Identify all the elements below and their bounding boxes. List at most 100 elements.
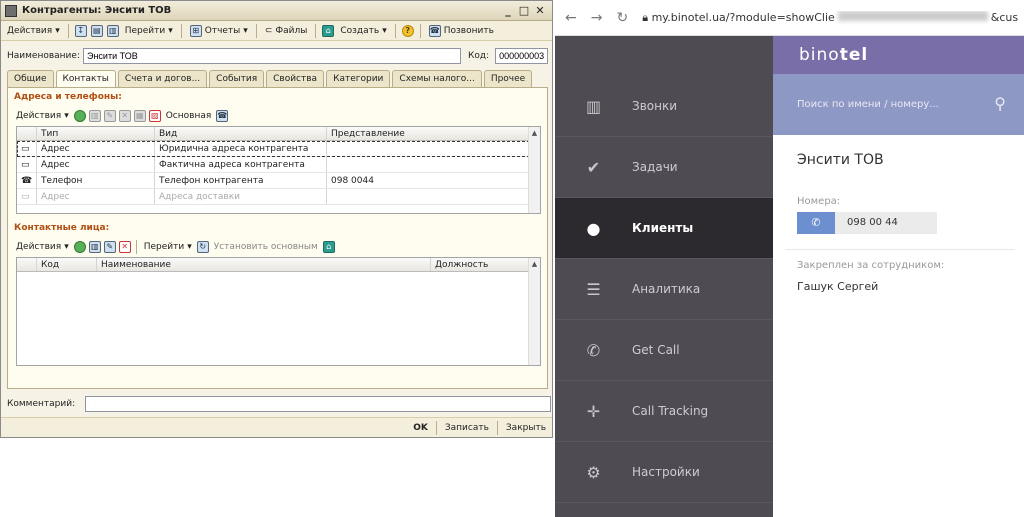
assigned-label: Закреплен за сотрудником: — [797, 260, 945, 271]
save-button[interactable]: Записать — [445, 423, 489, 433]
call-row-icon[interactable]: ☎ — [216, 109, 229, 122]
structure-icon[interactable]: ⌂ — [322, 24, 335, 37]
reload-icon[interactable]: ↻ — [616, 10, 628, 26]
table-row[interactable]: ▭ Адрес Фактична адреса контрагента — [17, 157, 540, 173]
column-header[interactable]: Должность — [431, 258, 529, 271]
reports-menu[interactable]: ⊞ Отчеты ▾ — [188, 23, 250, 39]
back-icon[interactable]: ← — [565, 10, 577, 26]
close-button[interactable]: Закрыть — [506, 423, 546, 433]
binotel-logo[interactable]: binotel — [799, 45, 868, 65]
create-menu[interactable]: Создать ▾ — [338, 23, 388, 39]
contacts-goto-menu[interactable]: Перейти ▾ — [142, 239, 194, 255]
tab-tax-schemes[interactable]: Схемы налого... — [392, 70, 482, 87]
phone-number-row[interactable]: ✆ 098 00 44 — [797, 212, 937, 234]
refresh-icon[interactable]: ↻ — [196, 240, 209, 253]
check-icon: ✔ — [586, 157, 601, 177]
reports-icon: ⊞ — [189, 24, 202, 37]
edit-contact-icon[interactable]: ✎ — [103, 240, 116, 253]
post-icon[interactable]: ↧ — [74, 24, 87, 37]
minimize-button[interactable]: _ — [500, 4, 516, 17]
column-header[interactable]: Вид — [155, 127, 327, 140]
sidebar-item-get-call[interactable]: ✆ Get Call — [555, 320, 773, 381]
main-address-button[interactable]: Основная — [164, 108, 214, 124]
contacts-structure-icon[interactable]: ⌂ — [322, 240, 335, 253]
cell-view — [327, 157, 529, 172]
contacts-actions-menu[interactable]: Действия ▾ — [14, 239, 71, 255]
help-icon[interactable]: ? — [401, 24, 414, 37]
tab-properties[interactable]: Свойства — [266, 70, 325, 87]
gear-icon: ⚙ — [586, 462, 601, 482]
close-window-button[interactable]: ✕ — [532, 4, 548, 17]
table-row[interactable]: ▭ Адрес Юридична адреса контрагента — [17, 141, 540, 157]
sidebar-item-clients[interactable]: ● Клиенты — [555, 198, 773, 259]
addresses-scrollbar[interactable]: ▲ — [528, 127, 540, 213]
tab-general[interactable]: Общие — [7, 70, 54, 87]
tab-events[interactable]: События — [209, 70, 265, 87]
dialog-buttons: OK Записать Закрыть — [1, 417, 552, 437]
url-field[interactable]: 🔒︎ my.binotel.ua/?module=showClie &cus — [642, 10, 1019, 25]
code-field[interactable] — [495, 48, 549, 64]
column-header[interactable]: Тип — [37, 127, 155, 140]
table-row[interactable]: ▭ Адрес Адреса доставки — [17, 189, 540, 205]
lock-icon: 🔒︎ — [642, 10, 652, 24]
cell-type: Адрес — [37, 157, 155, 172]
add-contact-icon[interactable] — [73, 240, 86, 253]
address-bar: ← → ↻ 🔒︎ my.binotel.ua/?module=showClie &… — [555, 0, 1024, 36]
scroll-up-icon[interactable]: ▲ — [529, 258, 540, 270]
sidebar-item-call-tracking[interactable]: ✛ Call Tracking — [555, 381, 773, 442]
search-icon[interactable]: ⚲ — [994, 94, 1006, 113]
cell-kind: Юридична адреса контрагента — [155, 141, 327, 156]
url-tail: &cus — [990, 10, 1019, 24]
actions-menu[interactable]: Действия ▾ — [5, 23, 62, 39]
call-button[interactable]: ☎ Позвонить — [427, 23, 496, 39]
cell-view: 098 0044 — [327, 173, 529, 188]
sidebar-item-calls[interactable]: ▥ Звонки — [555, 76, 773, 137]
column-header[interactable]: Код — [37, 258, 97, 271]
table-row[interactable]: ☎ Телефон Телефон контрагента 098 0044 — [17, 173, 540, 189]
save-icon[interactable]: ▤ — [90, 24, 103, 37]
name-field[interactable] — [82, 48, 461, 64]
sidebar-item-label: Аналитика — [632, 282, 701, 296]
divider — [785, 249, 1015, 250]
goto-menu[interactable]: Перейти ▾ — [123, 23, 175, 39]
scroll-up-icon[interactable]: ▲ — [529, 127, 540, 139]
phone-call-icon[interactable]: ✆ — [797, 212, 835, 234]
addresses-actions-menu[interactable]: Действия ▾ — [14, 108, 71, 124]
browser-window: ← → ↻ 🔒︎ my.binotel.ua/?module=showClie &… — [555, 0, 1024, 517]
forward-icon[interactable]: → — [591, 10, 603, 26]
sidebar-item-label: Get Call — [632, 343, 680, 357]
comment-field[interactable] — [85, 396, 552, 412]
goto-label: Перейти — [124, 25, 166, 36]
app-icon — [5, 4, 17, 17]
files-button[interactable]: ⊂ Файлы — [263, 23, 310, 39]
tab-other[interactable]: Прочее — [483, 70, 533, 87]
set-main-button[interactable]: Установить основным — [212, 239, 320, 255]
sidebar-item-analytics[interactable]: ☰ Аналитика — [555, 259, 773, 320]
sidebar-item-tasks[interactable]: ✔ Задачи — [555, 137, 773, 198]
delete-contact-icon[interactable]: ✕ — [118, 240, 131, 253]
copy-contact-icon[interactable]: ▥ — [88, 240, 101, 253]
tab-accounts[interactable]: Счета и догов... — [117, 70, 208, 87]
separator — [315, 23, 317, 38]
address-icon: ▭ — [17, 157, 37, 172]
addresses-actions-label: Действия — [16, 110, 62, 121]
maximize-button[interactable]: □ — [516, 4, 532, 17]
copy-row-icon[interactable]: ▥ — [88, 109, 101, 122]
table-icon[interactable]: ▦ — [133, 109, 146, 122]
copy-icon[interactable]: ▥ — [106, 24, 119, 37]
client-search[interactable]: Поиск по имени / номеру... ⚲ — [773, 74, 1024, 135]
add-icon[interactable] — [73, 109, 86, 122]
delete-icon[interactable]: ✕ — [118, 109, 131, 122]
tab-contacts[interactable]: Контакты — [55, 70, 116, 88]
contacts-table: Код Наименование Должность ▲ — [16, 257, 541, 366]
tab-categories[interactable]: Категории — [326, 70, 391, 87]
map-icon[interactable]: ▨ — [148, 109, 161, 122]
separator — [180, 23, 182, 38]
sidebar-item-settings[interactable]: ⚙ Настройки — [555, 442, 773, 503]
comment-row: Комментарий: — [7, 396, 552, 412]
edit-icon[interactable]: ✎ — [103, 109, 116, 122]
ok-button[interactable]: OK — [413, 423, 428, 433]
column-header[interactable]: Наименование — [97, 258, 431, 271]
contacts-scrollbar[interactable]: ▲ — [528, 258, 540, 365]
column-header[interactable]: Представление — [327, 127, 529, 140]
